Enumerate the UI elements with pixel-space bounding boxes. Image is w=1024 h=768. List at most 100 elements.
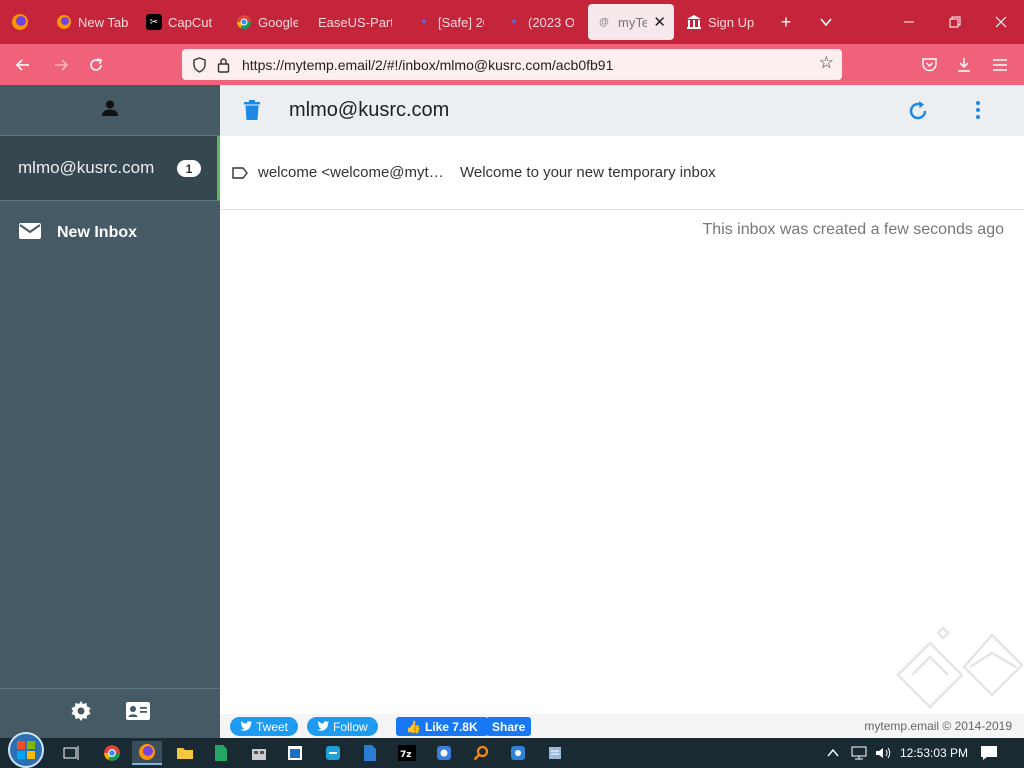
document-app-icon[interactable]	[355, 741, 385, 765]
copyright-text: mytemp.email © 2014-2019	[864, 719, 1012, 733]
tab-label: CapCut	[168, 14, 213, 30]
person-icon[interactable]	[101, 99, 119, 122]
tweet-label: Tweet	[256, 719, 289, 734]
tab-safe[interactable]: ✦ [Safe] 20	[408, 4, 492, 40]
tab-easeus[interactable]: EaseUS-Parti	[310, 4, 400, 40]
like-label: Like 7.8K	[424, 719, 478, 734]
tab-label: myTer	[618, 14, 648, 30]
sidebar-inbox-item[interactable]: mlmo@kusrc.com 1	[0, 136, 220, 201]
close-window-icon[interactable]	[978, 0, 1024, 44]
tab-google[interactable]: Google	[228, 4, 306, 40]
trash-icon[interactable]	[242, 99, 262, 126]
envelope-icon	[18, 221, 42, 246]
message-row[interactable]: welcome <welcome@mytemp.email> Welcome t…	[220, 136, 1024, 210]
at-icon: @	[599, 16, 609, 28]
shield-icon[interactable]	[188, 54, 210, 76]
label-tag-icon	[232, 165, 248, 181]
tweet-button[interactable]: Tweet	[230, 717, 299, 736]
more-vert-icon[interactable]	[970, 99, 986, 126]
follow-label: Follow	[333, 719, 368, 734]
joystick-icon: ✦	[509, 16, 519, 28]
unread-count-badge: 1	[177, 160, 201, 177]
inbox-created-notice: This inbox was created a few seconds ago	[702, 221, 1005, 238]
address-bar[interactable]: https://mytemp.email/2/#!/inbox/mlmo@kus…	[182, 49, 842, 80]
tab-label: (2023 OF	[528, 14, 574, 30]
twitter-bird-icon	[240, 720, 252, 734]
sidebar-header	[0, 85, 220, 136]
inbox-address-label: mlmo@kusrc.com	[18, 158, 155, 177]
tab-label: Google	[258, 14, 298, 30]
share-label: Share	[492, 719, 526, 734]
network-icon[interactable]	[850, 738, 868, 768]
bookmark-star-icon[interactable]: ☆	[819, 53, 834, 73]
windows-taskbar: 7z 12:53:03 PM	[0, 732, 1024, 768]
restore-icon[interactable]	[932, 0, 978, 44]
tab-new-tab[interactable]: New Tab	[48, 4, 136, 40]
refresh-icon[interactable]	[906, 99, 930, 128]
contact-card-icon[interactable]	[126, 702, 150, 725]
downloads-icon[interactable]	[949, 50, 979, 80]
new-inbox-button[interactable]: New Inbox	[0, 201, 220, 265]
facebook-like-button[interactable]: 👍 Like 7.8K	[396, 717, 488, 736]
tab-sign-up[interactable]: Sign Up	[678, 4, 762, 40]
bank-icon	[686, 14, 702, 30]
twitter-bird-icon	[317, 720, 329, 734]
tab-label: Sign Up	[708, 14, 754, 30]
list-tabs-chevron-icon[interactable]	[812, 8, 840, 36]
sidebar-footer	[0, 688, 220, 738]
sidebar: mlmo@kusrc.com 1 New Inbox	[0, 85, 220, 738]
clock-time[interactable]: 12:53:03 PM	[900, 738, 968, 768]
tab-capcut[interactable]: ✂ CapCut	[138, 4, 224, 40]
chrome-taskbar-icon[interactable]	[97, 741, 127, 765]
notification-icon[interactable]	[980, 738, 998, 768]
new-tab-plus-icon[interactable]: +	[772, 8, 800, 36]
svg-text:7z: 7z	[400, 750, 412, 760]
store-icon[interactable]	[244, 741, 274, 765]
page-footer: Tweet Follow 👍 Like 7.8K Share mytemp.em…	[220, 714, 1024, 738]
lock-icon[interactable]	[212, 54, 234, 76]
message-subject: Welcome to your new temporary inbox	[460, 164, 716, 181]
follow-button[interactable]: Follow	[307, 717, 378, 736]
photo-app-icon[interactable]	[503, 741, 533, 765]
window-app-icon[interactable]	[280, 741, 310, 765]
minimize-icon[interactable]	[886, 0, 932, 44]
task-view-icon[interactable]	[57, 741, 87, 765]
tray-chevron-icon[interactable]	[826, 738, 840, 768]
tab-mytemp-email[interactable]: @ myTer ✕	[588, 4, 674, 40]
facebook-share-button[interactable]: Share	[486, 717, 532, 736]
sheets-icon[interactable]	[206, 741, 236, 765]
search-app-icon[interactable]	[466, 741, 496, 765]
browser-app-icon[interactable]	[318, 741, 348, 765]
forward-arrow-icon[interactable]	[46, 50, 76, 80]
tab-label: EaseUS-Parti	[318, 14, 392, 30]
capcut-icon: ✂	[146, 14, 162, 30]
tab-label: New Tab	[78, 14, 128, 30]
back-arrow-icon[interactable]	[8, 50, 38, 80]
tab-label: [Safe] 20	[438, 14, 484, 30]
url-text[interactable]: https://mytemp.email/2/#!/inbox/mlmo@kus…	[242, 57, 613, 73]
mytemp-logo-icon	[892, 625, 1024, 720]
hamburger-menu-icon[interactable]	[985, 50, 1015, 80]
firefox-taskbar-icon[interactable]	[132, 741, 162, 765]
start-button[interactable]	[8, 732, 44, 768]
joystick-icon: ✦	[419, 16, 429, 28]
firefox-icon	[56, 14, 72, 30]
new-inbox-label: New Inbox	[57, 224, 138, 241]
message-sender: welcome <welcome@mytemp.email>	[258, 164, 448, 181]
browser-nav-bar: https://mytemp.email/2/#!/inbox/mlmo@kus…	[0, 44, 1024, 85]
volume-icon[interactable]	[874, 738, 892, 768]
network-app-icon[interactable]	[540, 741, 570, 765]
browser-tab-strip: New Tab ✂ CapCut Google EaseUS-Parti ✦ […	[0, 0, 1024, 44]
file-explorer-icon[interactable]	[170, 741, 200, 765]
gear-icon[interactable]	[70, 700, 92, 727]
thumbs-up-icon: 👍	[406, 719, 421, 734]
app-icon[interactable]	[429, 741, 459, 765]
reload-icon[interactable]	[81, 50, 111, 80]
7zip-icon[interactable]: 7z	[392, 741, 422, 765]
chrome-icon	[236, 14, 252, 30]
close-tab-icon[interactable]: ✕	[653, 13, 666, 31]
tab-2023[interactable]: ✦ (2023 OF	[498, 4, 582, 40]
pocket-icon[interactable]	[914, 50, 944, 80]
firefox-menu-icon[interactable]	[6, 8, 34, 36]
inbox-toolbar: mlmo@kusrc.com	[220, 85, 1024, 136]
